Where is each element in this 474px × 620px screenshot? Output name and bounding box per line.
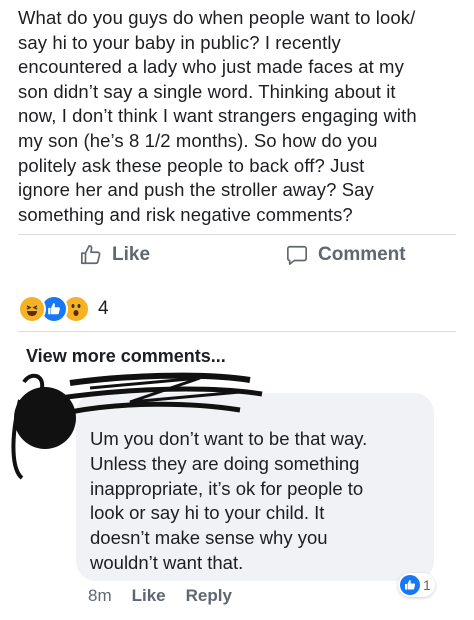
comment-reaction-badge[interactable]: 1 [398, 573, 435, 597]
haha-reaction-icon [18, 295, 46, 323]
comment-reply-button[interactable]: Reply [186, 586, 232, 606]
surprised-face-icon [71, 304, 81, 316]
like-reaction-icon [400, 575, 420, 595]
thumbs-up-icon [48, 303, 60, 315]
comment-time: 8m [88, 586, 112, 605]
comment-meta: 8m Like Reply [88, 586, 232, 606]
thumbs-up-icon [405, 580, 416, 590]
comment-like-button[interactable]: Like [132, 586, 166, 606]
comment-reaction-count: 1 [423, 577, 431, 593]
laughing-face-icon [26, 305, 38, 316]
